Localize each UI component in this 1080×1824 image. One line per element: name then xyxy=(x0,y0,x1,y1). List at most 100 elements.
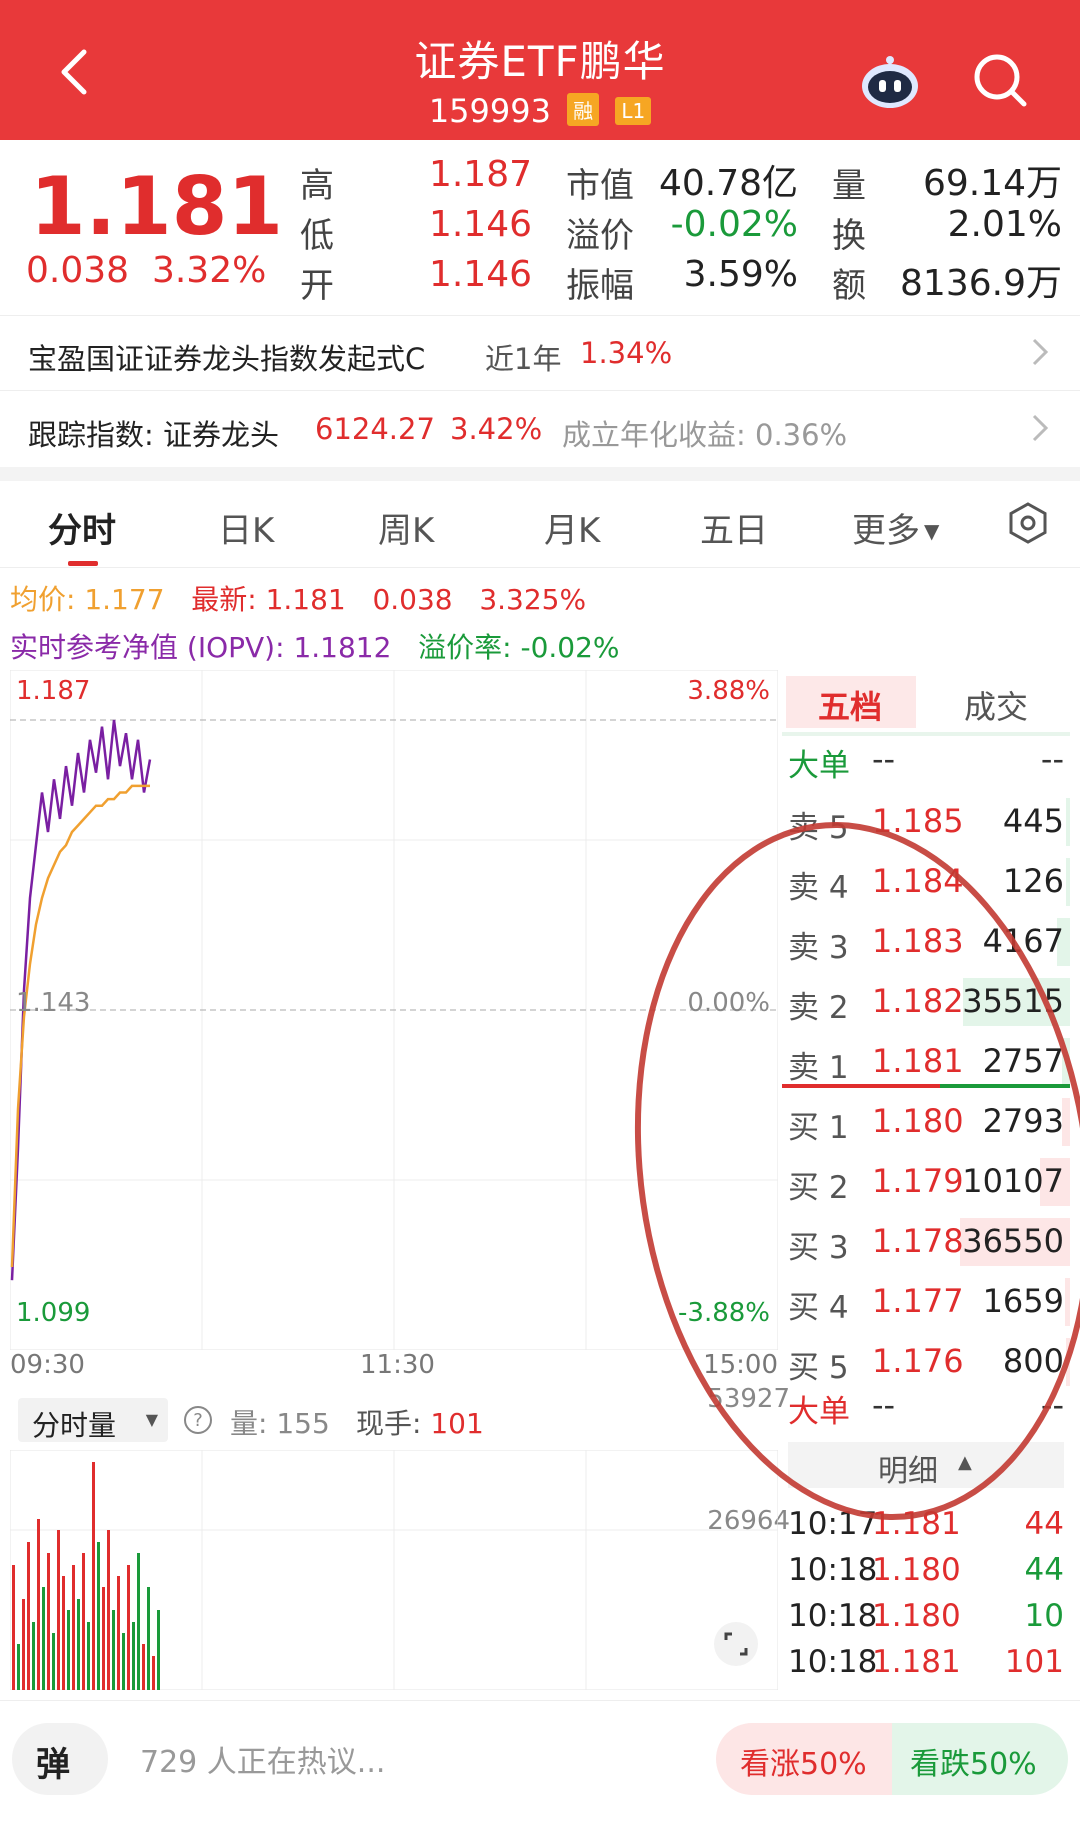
volume-bar xyxy=(92,1462,95,1690)
stat-open-label: 开 xyxy=(300,266,334,306)
avg-value: 1.177 xyxy=(84,583,165,616)
volume-bar xyxy=(77,1599,80,1690)
volume-label: 量: 155 xyxy=(230,1402,330,1442)
bearish-label: 看跌50% xyxy=(910,1747,1037,1782)
volume-dropdown-label: 分时量 xyxy=(32,1409,117,1442)
latest-label: 最新: xyxy=(191,583,257,616)
tab-five-day[interactable]: 五日 xyxy=(700,503,768,552)
trade-price: 1.181 xyxy=(872,1644,961,1680)
bullish-button[interactable]: 看涨50% xyxy=(716,1723,892,1795)
stat-amplitude-label: 振幅 xyxy=(566,266,634,306)
premium-rate-value: -0.02% xyxy=(520,631,620,664)
danmu-toggle[interactable]: 弹 xyxy=(12,1723,108,1795)
premium-rate-label: 溢价率: xyxy=(418,631,512,664)
stat-low-label: 低 xyxy=(300,216,334,256)
settings-hexagon-icon[interactable] xyxy=(1006,501,1050,545)
latest-pct: 3.325% xyxy=(479,583,587,616)
volume-bar xyxy=(112,1610,115,1690)
volume-value: 155 xyxy=(276,1407,330,1440)
tab-intraday[interactable]: 分时 xyxy=(48,503,116,552)
volume-bar xyxy=(87,1622,90,1690)
volume-bar xyxy=(27,1542,30,1690)
tab-trades[interactable]: 成交 xyxy=(964,682,1028,728)
volume-bar xyxy=(142,1644,145,1690)
pct-tick-high: 3.88% xyxy=(687,676,770,706)
volume-bar xyxy=(72,1565,75,1690)
big-order-b: -- xyxy=(1040,740,1064,778)
section-divider xyxy=(0,467,1080,481)
index-label: 跟踪指数: 证券龙头 xyxy=(28,418,279,452)
latest-change: 0.038 xyxy=(372,583,453,616)
discussion-input[interactable]: 729 人正在热议... xyxy=(140,1737,385,1781)
volume-bar xyxy=(37,1519,40,1690)
tab-more[interactable]: 更多 ▼ xyxy=(852,503,939,552)
fund-period: 近1年 xyxy=(485,342,562,376)
fund-name: 宝盈国证证券龙头指数发起式C xyxy=(28,342,426,376)
avg-price-row: 均价: 1.177 最新: 1.181 0.038 3.325% xyxy=(10,578,586,618)
price-change: 0.038 3.32% xyxy=(26,250,266,291)
tab-more-label: 更多 xyxy=(852,511,920,551)
stat-high-value: 1.187 xyxy=(428,154,532,195)
big-order-label: 大单 xyxy=(788,748,850,784)
caret-down-icon: ▼ xyxy=(145,1410,158,1429)
fund-row[interactable]: 宝盈国证证券龙头指数发起式C 近1年 1.34% xyxy=(0,316,1080,391)
tab-monthly-k[interactable]: 月K xyxy=(544,503,600,552)
iopv-row: 实时参考净值 (IOPV): 1.1812 溢价率: -0.02% xyxy=(10,626,620,666)
bearish-button[interactable]: 看跌50% xyxy=(892,1723,1068,1795)
stat-open-value: 1.146 xyxy=(428,254,532,295)
volume-bar xyxy=(107,1530,110,1690)
trade-time: 10:18 xyxy=(788,1552,878,1588)
volume-bar xyxy=(82,1553,85,1690)
trade-volume: 44 xyxy=(1024,1506,1064,1542)
level-volume: 126 xyxy=(1002,862,1064,900)
level-volume: 445 xyxy=(1002,802,1064,840)
volume-bar xyxy=(117,1576,120,1690)
volume-bar xyxy=(47,1553,50,1690)
y-tick-high: 1.187 xyxy=(16,676,91,706)
iopv-label: 实时参考净值 (IOPV): xyxy=(10,631,285,664)
stat-amount-label: 额 xyxy=(832,266,866,306)
stat-volume-label: 量 xyxy=(832,166,866,206)
stat-premium-value: -0.02% xyxy=(670,204,798,245)
volume-label-text: 量: xyxy=(230,1407,268,1440)
stat-mktcap-label: 市值 xyxy=(566,166,634,206)
volume-bar xyxy=(1066,858,1070,906)
fullscreen-icon[interactable] xyxy=(712,1620,760,1668)
tab-five-levels[interactable]: 五档 xyxy=(786,676,916,728)
volume-dropdown[interactable]: 分时量 ▼ xyxy=(18,1398,168,1442)
trade-volume: 10 xyxy=(1024,1598,1064,1634)
help-icon[interactable]: ? xyxy=(182,1404,214,1436)
bottom-bar: 弹 729 人正在热议... 看涨50% 看跌50% xyxy=(0,1700,1080,1824)
trade-volume: 101 xyxy=(1004,1644,1064,1680)
volume-bar xyxy=(32,1622,35,1690)
search-icon[interactable] xyxy=(970,50,1030,110)
trade-price: 1.180 xyxy=(872,1598,961,1634)
big-order-a: -- xyxy=(872,740,896,778)
volume-bar xyxy=(42,1587,45,1690)
x-tick-open: 09:30 xyxy=(10,1350,85,1380)
volume-bar xyxy=(122,1633,125,1690)
tab-daily-k[interactable]: 日K xyxy=(218,503,274,552)
trade-time: 10:18 xyxy=(788,1598,878,1634)
volume-bar xyxy=(67,1610,70,1690)
index-value: 6124.27 xyxy=(315,412,435,446)
index-pct: 3.42% xyxy=(450,412,543,446)
chevron-right-icon xyxy=(1032,414,1049,442)
svg-text:?: ? xyxy=(193,1410,203,1431)
y-tick-low: 1.099 xyxy=(16,1298,91,1328)
robot-assistant-icon[interactable] xyxy=(858,54,922,110)
tab-weekly-k[interactable]: 周K xyxy=(378,503,434,552)
volume-bar xyxy=(132,1622,135,1690)
volume-bar xyxy=(17,1644,20,1690)
volume-bar xyxy=(97,1542,100,1690)
stat-amount-value: 8136.9万 xyxy=(900,263,1062,304)
index-row[interactable]: 跟踪指数: 证券龙头 6124.27 3.42% 成立年化收益: 0.36% xyxy=(0,392,1080,466)
stat-volume-value: 69.14万 xyxy=(922,163,1062,204)
volume-bar xyxy=(102,1587,105,1690)
avg-label: 均价: xyxy=(10,583,76,616)
volume-bar xyxy=(12,1565,15,1690)
stat-low-value: 1.146 xyxy=(428,204,532,245)
level1-tag: L1 xyxy=(615,97,652,125)
volume-bar xyxy=(57,1530,60,1690)
volume-bar xyxy=(157,1610,160,1690)
